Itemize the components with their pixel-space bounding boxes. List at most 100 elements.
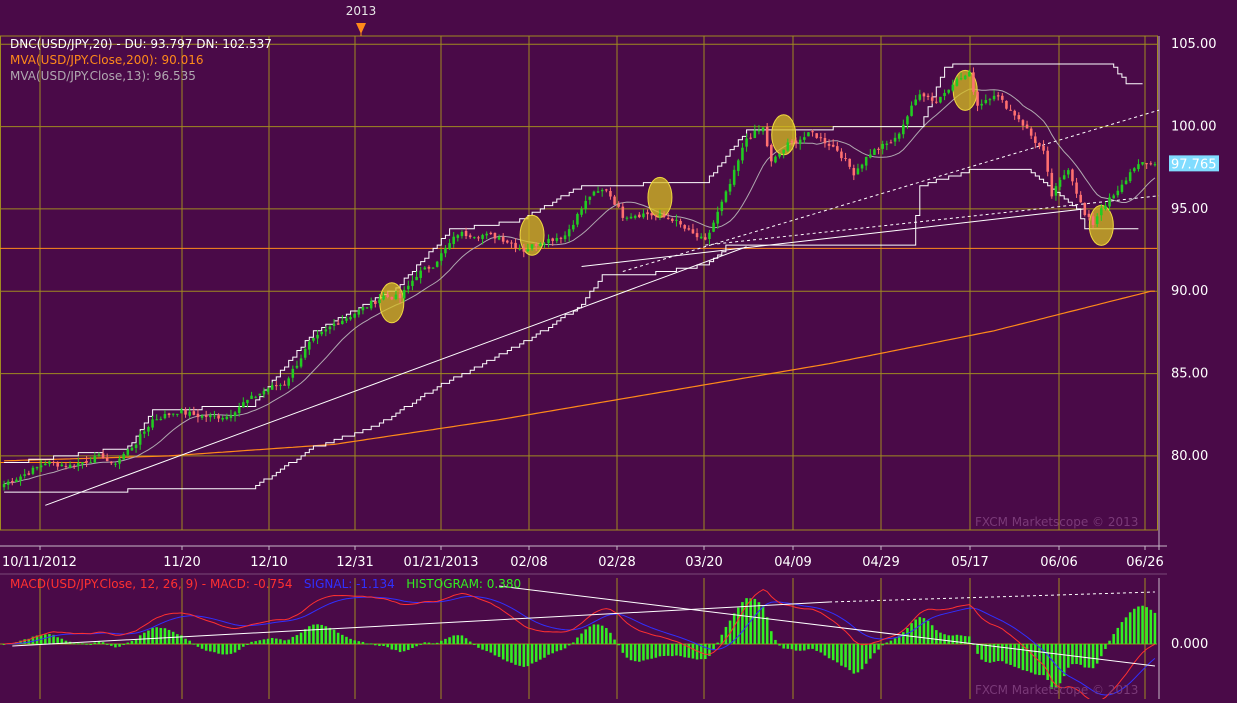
- candle-body: [844, 158, 847, 160]
- candle-body: [885, 143, 889, 145]
- macd-histogram-bar: [159, 628, 163, 644]
- candle-body: [374, 300, 377, 304]
- candle-body: [460, 231, 464, 237]
- macd-histogram-bar: [650, 644, 653, 659]
- macd-histogram-bar: [918, 617, 922, 644]
- macd-histogram-bar: [848, 644, 851, 671]
- macd-histogram-bar: [910, 623, 913, 644]
- dnc-upper-line: [4, 63, 1143, 463]
- candle-body: [258, 393, 262, 396]
- candle-body: [19, 476, 22, 481]
- candle-body: [464, 230, 468, 237]
- macd-histogram-bar: [415, 644, 418, 647]
- macd-histogram-bar: [629, 644, 633, 661]
- macd-histogram-bar: [716, 642, 719, 644]
- macd-histogram-bar: [798, 644, 802, 651]
- macd-histogram-bar: [332, 629, 336, 644]
- candle-body: [1062, 175, 1066, 180]
- candle-body: [869, 154, 872, 158]
- x-tick-label: 12/31: [336, 555, 373, 570]
- macd-histogram-bar: [790, 644, 794, 650]
- macd-histogram-bar: [254, 641, 257, 644]
- macd-legend-histogram: HISTOGRAM: 0.380: [406, 577, 522, 591]
- macd-histogram-bar: [93, 642, 97, 644]
- price-chart[interactable]: 2013 105.00 100.00 95.00 90.00 85.00 80.00 10/1…: [0, 0, 1237, 703]
- macd-histogram-bar: [77, 643, 80, 645]
- macd-histogram-bar: [118, 644, 121, 647]
- macd-histogram-bar: [151, 627, 154, 644]
- x-tick-label: 11/20: [163, 555, 200, 570]
- candle-body: [836, 146, 839, 151]
- macd-histogram-bar: [497, 644, 501, 657]
- macd-histogram-bar: [336, 632, 340, 644]
- candle-body: [489, 232, 493, 235]
- candle-body: [56, 462, 59, 467]
- macd-histogram-bar: [246, 644, 249, 645]
- candle-body: [506, 240, 509, 243]
- macd-histogram-bar: [295, 635, 299, 644]
- macd-histogram-bar: [518, 644, 521, 666]
- macd-histogram-bar: [926, 620, 930, 644]
- candle-body: [522, 247, 526, 252]
- macd-histogram-bar: [642, 644, 645, 661]
- macd-histogram-bar: [229, 644, 233, 654]
- macd-histogram-bar: [638, 644, 641, 662]
- macd-histogram-bar: [786, 644, 790, 649]
- candle-body: [559, 237, 563, 239]
- macd-histogram-bar: [662, 644, 666, 656]
- macd-histogram-bar: [431, 643, 435, 645]
- candle-body: [155, 419, 158, 421]
- candle-body: [114, 463, 117, 465]
- legend-dnc: DNC(USD/JPY,20) - DU: 93.797 DN: 102.537: [10, 37, 272, 51]
- candle-body: [225, 416, 229, 419]
- macd-histogram-bar: [588, 626, 592, 644]
- macd-histogram-bar: [1046, 644, 1049, 680]
- macd-histogram-bar: [580, 633, 583, 644]
- candle-body: [93, 455, 97, 463]
- candle-body: [2, 483, 6, 488]
- candle-body: [77, 462, 80, 467]
- candle-body: [567, 229, 571, 237]
- candle-body: [815, 133, 818, 138]
- macd-histogram-bar: [114, 644, 117, 648]
- candle-body: [196, 413, 200, 418]
- macd-histogram-bar: [539, 644, 542, 660]
- macd-histogram-bar: [341, 634, 344, 644]
- macd-histogram-bar: [242, 644, 245, 647]
- macd-histogram-bar: [856, 644, 860, 673]
- macd-histogram-bar: [811, 644, 814, 649]
- macd-histogram-bar: [873, 644, 876, 654]
- macd-histogram-bar: [951, 635, 955, 644]
- candle-body: [939, 96, 942, 103]
- candle-body: [1038, 142, 1041, 147]
- macd-histogram-bar: [555, 644, 559, 652]
- candle-body: [1013, 110, 1016, 116]
- chart-stage[interactable]: 2013 105.00 100.00 95.00 90.00 85.00 80.00 10/1…: [0, 0, 1237, 703]
- macd-histogram-bar: [621, 644, 625, 653]
- candle-body: [1005, 100, 1008, 109]
- candle-body: [588, 196, 592, 200]
- candle-body: [431, 267, 435, 269]
- macd-histogram-bar: [803, 644, 806, 651]
- macd-histogram-bar: [390, 644, 394, 650]
- macd-histogram-bar: [567, 644, 571, 646]
- candle-body: [180, 409, 183, 414]
- macd-histogram-bar: [576, 637, 579, 644]
- candle-body: [390, 296, 394, 300]
- macd-histogram-bar: [559, 644, 563, 651]
- macd-histogram-bar: [72, 643, 76, 645]
- candle-body: [365, 307, 369, 309]
- candle-body: [81, 462, 84, 464]
- candle-body: [105, 457, 109, 462]
- candle-body: [427, 266, 431, 269]
- y-tick-label: 80.00: [1171, 449, 1208, 464]
- macd-histogram-bar: [402, 644, 406, 652]
- macd-histogram-bar: [617, 644, 620, 646]
- candle-body: [893, 137, 897, 142]
- candle-body: [485, 233, 488, 236]
- candle-body: [563, 235, 567, 240]
- macd-histogram-bar: [1021, 644, 1025, 671]
- macd-histogram-bar: [1145, 607, 1148, 644]
- candle-body: [873, 149, 876, 155]
- x-tick-label: 01/21/2013: [404, 555, 479, 570]
